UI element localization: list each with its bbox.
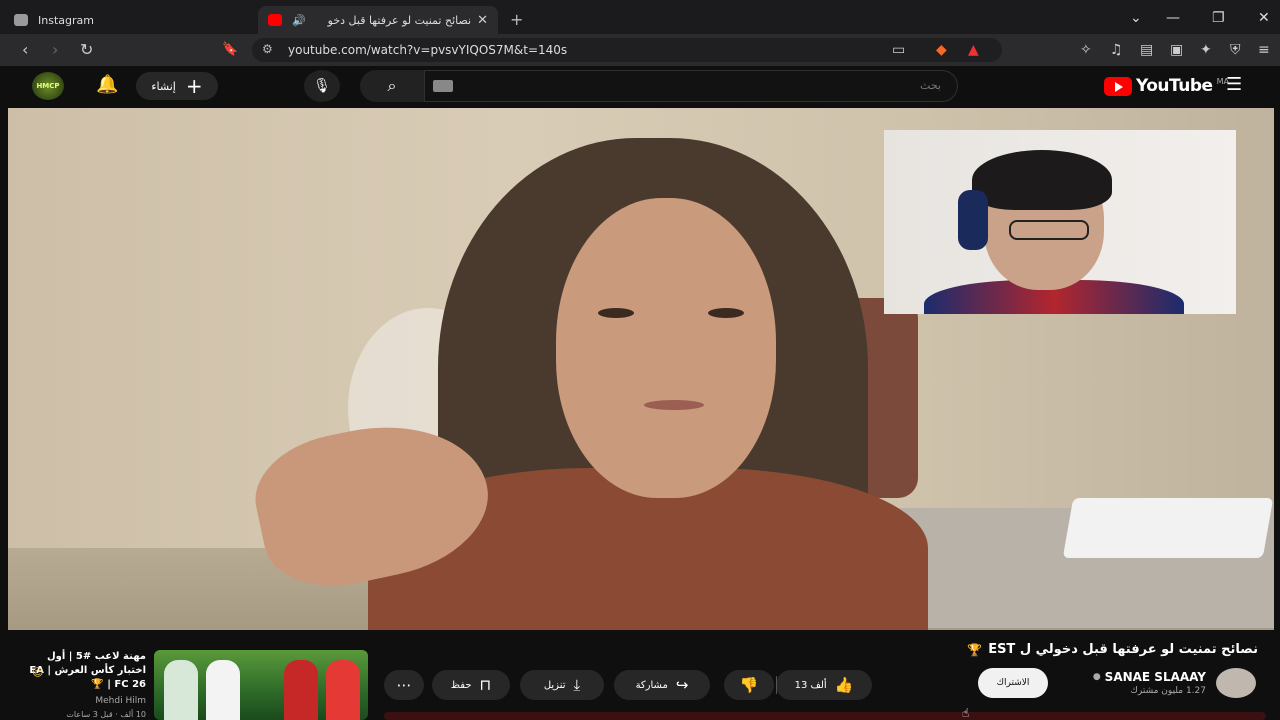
thumbnail-player — [284, 660, 318, 720]
reload-icon[interactable]: ↻ — [80, 40, 93, 59]
recommended-video-meta: 10 ألف · قبل 3 ساعات — [66, 710, 146, 719]
more-actions-button[interactable]: ⋯ — [384, 670, 424, 700]
share-button[interactable]: مشاركة ↪ — [614, 670, 710, 700]
account-avatar[interactable]: HMCP — [32, 72, 64, 100]
thumbs-up-icon: 👍 — [834, 676, 854, 694]
recommended-video-thumbnail[interactable] — [154, 650, 368, 720]
address-bar[interactable]: ⚙ youtube.com/watch?v=pvsvYIQOS7M&t=140s — [252, 38, 1002, 62]
guide-menu-icon[interactable]: ☰ — [1226, 74, 1242, 95]
webcam-hair — [972, 150, 1112, 210]
webcam-headset — [958, 190, 988, 250]
youtube-favicon-icon — [268, 14, 282, 26]
recommended-video-title[interactable]: مهنة لاعب #5 | أول اختبار كأس العرش | EA… — [26, 650, 146, 692]
youtube-logo[interactable]: YouTube MA — [1104, 76, 1229, 96]
plus-icon: + — [185, 74, 203, 98]
webcam-overlay — [884, 130, 1236, 314]
wallet-icon[interactable]: ▣ — [1170, 42, 1183, 58]
download-label: تنزيل — [543, 679, 566, 691]
media-icon[interactable]: ♫ — [1110, 42, 1123, 58]
keyboard-icon[interactable] — [433, 80, 453, 92]
save-button[interactable]: حفظ ⊓ — [432, 670, 510, 700]
close-window-icon[interactable]: ✕ — [1258, 10, 1270, 26]
create-label: إنشاء — [151, 79, 176, 93]
description-box-edge[interactable] — [384, 712, 1266, 720]
like-button[interactable]: 13 ألف 👍 — [776, 670, 872, 700]
site-info-icon[interactable]: ⚙ — [262, 42, 273, 56]
new-tab-button[interactable]: + — [510, 10, 523, 29]
youtube-wordmark: YouTube — [1136, 76, 1213, 96]
tab-list-icon[interactable]: ⌄ — [1130, 10, 1142, 26]
browser-menu-icon[interactable]: ≡ — [1258, 42, 1270, 58]
search-icon: ⌕ — [387, 76, 397, 95]
channel-avatar[interactable] — [1216, 668, 1256, 698]
tab-youtube-video[interactable]: 🔊 نصائح تمنيت لو عرفتها قبل دخو ✕ — [258, 6, 498, 34]
thumbnail-player — [164, 660, 198, 720]
instagram-icon — [14, 14, 28, 26]
shield-icon[interactable]: ◆ — [936, 42, 947, 58]
browser-toolbar: ‹ › ↻ 🔖 ⚙ youtube.com/watch?v=pvsvYIQOS7… — [0, 34, 1280, 66]
thumbnail-player — [206, 660, 240, 720]
like-count: 13 ألف — [794, 679, 827, 691]
video-person-eye-right — [708, 308, 744, 318]
channel-name-text: SANAE SLAAAY — [1104, 670, 1206, 684]
sidebar-icon[interactable]: ▤ — [1140, 42, 1153, 58]
video-player[interactable] — [8, 108, 1274, 630]
cast-icon[interactable]: ▭ — [892, 42, 905, 58]
trophy-icon: 🏆 — [967, 642, 983, 657]
search-button[interactable]: ⌕ — [360, 70, 424, 102]
video-tray — [1062, 498, 1274, 558]
close-tab-icon[interactable]: ✕ — [477, 13, 488, 28]
rewards-icon[interactable]: ▲ — [968, 42, 979, 58]
hand-cursor-icon: ☝ — [962, 706, 970, 720]
speaker-icon[interactable]: 🔊 — [292, 14, 306, 27]
webcam-glasses — [1009, 220, 1089, 240]
restore-icon[interactable]: ❐ — [1212, 10, 1225, 26]
thumbs-down-icon: 👎 — [739, 676, 759, 694]
extensions-icon[interactable]: ✧ — [1080, 42, 1092, 58]
bookmark-icon[interactable]: 🔖 — [222, 42, 238, 57]
tab-instagram[interactable]: Instagram — [14, 6, 254, 34]
video-title-text: نصائح تمنيت لو عرفتها قبل دخولي ل EST — [988, 642, 1258, 657]
smile-emoji-icon: ☺ — [32, 666, 44, 679]
youtube-header: HMCP 🔔 إنشاء + 🎙 ⌕ بحث YouTube MA ☰ — [0, 66, 1280, 106]
create-button[interactable]: إنشاء + — [136, 72, 218, 100]
subscriber-count: 1.27 مليون مشترك — [1130, 686, 1207, 696]
url-text: youtube.com/watch?v=pvsvYIQOS7M&t=140s — [288, 43, 568, 57]
tab-title: Instagram — [38, 13, 94, 27]
search-input[interactable]: بحث — [424, 70, 958, 102]
subscribe-button[interactable]: الاشتراك — [978, 668, 1048, 698]
video-title: نصائح تمنيت لو عرفتها قبل دخولي ل EST 🏆 — [967, 642, 1258, 657]
recommended-video-channel[interactable]: Mehdi Hilm — [95, 696, 146, 706]
microphone-icon: 🎙 — [313, 78, 331, 94]
youtube-play-icon — [1104, 76, 1132, 96]
video-person-face — [556, 198, 776, 498]
more-icon: ⋯ — [396, 676, 412, 694]
share-icon: ↪ — [675, 676, 689, 694]
vpn-icon[interactable]: ⛨ — [1230, 42, 1241, 58]
dislike-button[interactable]: 👎 — [724, 670, 774, 700]
download-icon: ⤓ — [573, 676, 581, 694]
like-divider — [776, 676, 777, 694]
minimize-icon[interactable]: — — [1166, 10, 1180, 26]
share-label: مشاركة — [635, 679, 668, 691]
leo-icon[interactable]: ✦ — [1200, 42, 1212, 58]
forward-icon[interactable]: › — [52, 40, 58, 59]
video-person-eye-left — [598, 308, 634, 318]
bookmark-save-icon: ⊓ — [479, 676, 492, 694]
notifications-bell-icon[interactable]: 🔔 — [96, 74, 118, 95]
thumbnail-player — [326, 660, 360, 720]
channel-name[interactable]: ● SANAE SLAAAY — [1093, 670, 1206, 684]
voice-search-button[interactable]: 🎙 — [304, 70, 340, 102]
video-person-mouth — [644, 400, 704, 410]
tab-title: نصائح تمنيت لو عرفتها قبل دخو — [327, 13, 472, 27]
download-button[interactable]: تنزيل ⤓ — [520, 670, 604, 700]
search-placeholder: بحث — [920, 79, 941, 92]
verified-icon: ● — [1092, 672, 1101, 682]
back-icon[interactable]: ‹ — [22, 40, 28, 59]
save-label: حفظ — [450, 679, 472, 691]
video-info-area: نصائح تمنيت لو عرفتها قبل دخولي ل EST 🏆 … — [0, 630, 1280, 720]
